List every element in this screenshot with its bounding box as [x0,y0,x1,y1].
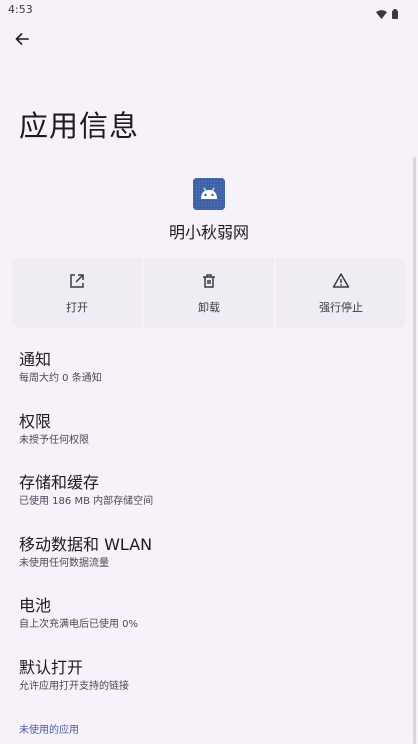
unused-apps-section[interactable]: 未使用的应用 [19,721,79,736]
setting-notifications[interactable]: 通知 每周大约 0 条通知 [0,340,418,402]
status-bar: 4:53 [0,0,418,20]
open-button[interactable]: 打开 [12,258,142,328]
arrow-left-icon [14,31,30,51]
setting-subtitle: 自上次充满电后已使用 0% [19,619,139,630]
setting-subtitle: 未授予任何权限 [19,434,89,446]
setting-storage[interactable]: 存储和缓存 已使用 186 MB 内部存储空间 [0,463,418,525]
open-label: 打开 [66,300,88,314]
force-stop-label: 强行停止 [319,300,363,314]
open-external-icon [68,272,86,294]
setting-battery[interactable]: 电池 自上次充满电后已使用 0% [0,586,418,648]
android-robot-icon [193,178,225,210]
setting-title: 权限 [19,411,52,431]
settings-list: 通知 每周大约 0 条通知 权限 未授予任何权限 存储和缓存 已使用 186 M… [0,340,418,709]
setting-title: 移动数据和 WLAN [19,534,153,554]
action-bar: 打开 卸载 强行停止 [12,258,406,328]
app-name: 明小秋弱网 [168,223,249,242]
setting-mobile-data[interactable]: 移动数据和 WLAN 未使用任何数据流量 [0,525,418,587]
battery-icon [392,4,398,23]
status-icons [376,4,398,23]
setting-subtitle: 允许应用打开支持的链接 [19,680,129,692]
setting-permissions[interactable]: 权限 未授予任何权限 [0,402,418,464]
wifi-icon [376,4,387,23]
setting-title: 存储和缓存 [19,473,100,492]
setting-subtitle: 每周大约 0 条通知 [19,373,102,384]
setting-subtitle: 已使用 186 MB 内部存储空间 [19,496,154,507]
setting-open-by-default[interactable]: 默认打开 允许应用打开支持的链接 [0,648,418,710]
setting-title: 通知 [19,350,52,369]
page-title: 应用信息 [19,109,140,143]
uninstall-label: 卸载 [198,300,220,314]
force-stop-button[interactable]: 强行停止 [276,258,406,328]
setting-subtitle: 未使用任何数据流量 [19,557,109,569]
back-button[interactable] [11,30,33,52]
warning-triangle-icon [332,272,350,294]
setting-title: 默认打开 [19,657,84,677]
app-icon [193,178,225,210]
uninstall-button[interactable]: 卸载 [144,258,274,328]
status-time: 4:53 [8,3,33,16]
setting-title: 电池 [19,596,52,615]
trash-icon [200,272,218,294]
